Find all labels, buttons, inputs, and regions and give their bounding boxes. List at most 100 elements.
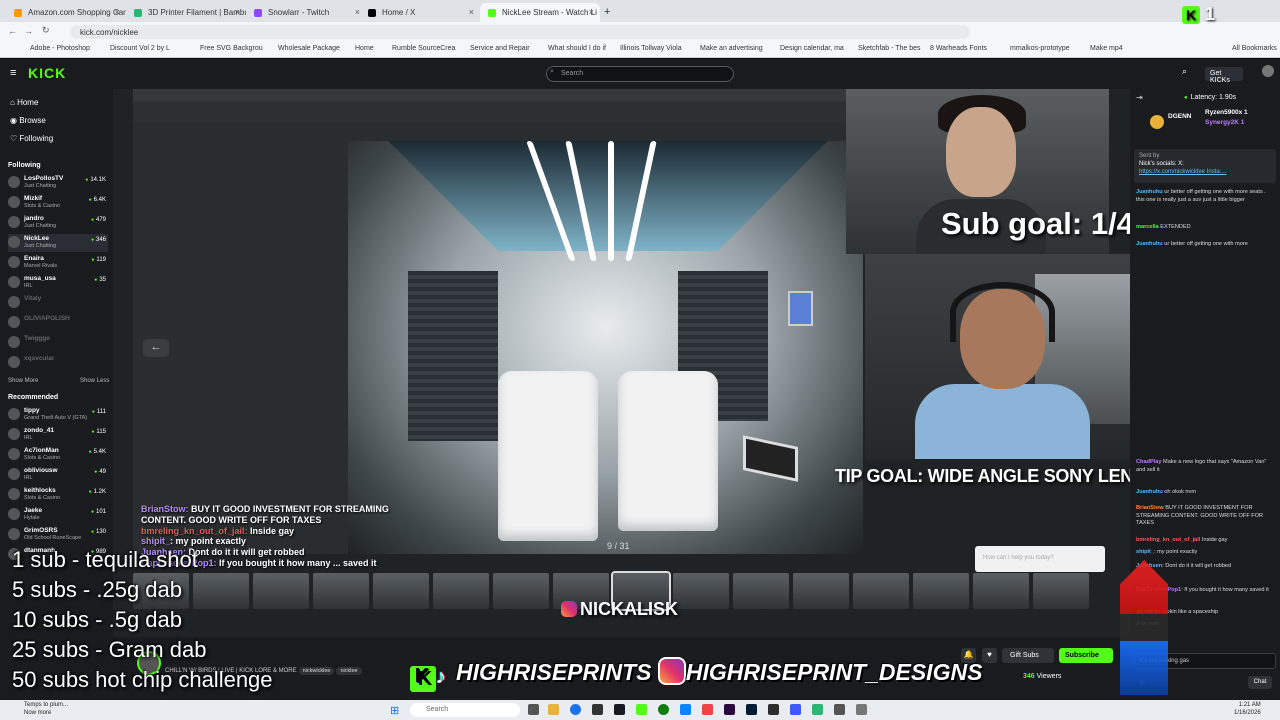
- chat-send-button[interactable]: Chat: [1248, 676, 1272, 689]
- browser-tab[interactable]: Home / X ×: [360, 3, 480, 22]
- reload-icon[interactable]: ↻: [42, 25, 50, 36]
- system-clock[interactable]: 1:21 AM 1/16/2026: [1234, 702, 1261, 718]
- app-icon[interactable]: [856, 704, 867, 715]
- bookmark[interactable]: Discount Vol 2 by L: [110, 45, 170, 52]
- all-bookmarks[interactable]: All Bookmarks: [1232, 45, 1277, 52]
- bambu-studio-icon[interactable]: [812, 704, 823, 715]
- sidebar-channel[interactable]: GrimOSRSOld School RuneScape 130: [8, 526, 108, 544]
- pinned-link[interactable]: https://x.com/nickwicklee Insta:...: [1139, 169, 1226, 175]
- show-less-link[interactable]: Show Less: [80, 378, 109, 384]
- close-icon[interactable]: ×: [589, 7, 594, 17]
- chat-username[interactable]: bmreling_kn_out_of_jail: [1136, 537, 1200, 543]
- bookmark[interactable]: What should I do if: [548, 45, 606, 52]
- chat-username[interactable]: Juanhuhu: [1136, 489, 1163, 495]
- get-kicks-button[interactable]: Get KICKs: [1205, 67, 1243, 84]
- new-tab-button[interactable]: +: [600, 3, 616, 22]
- sidebar-item-home[interactable]: ⌂ Home: [10, 98, 38, 107]
- steam-icon[interactable]: [614, 704, 625, 715]
- browser-tab[interactable]: Amazon.com Shopping Cart ×: [6, 3, 126, 22]
- sidebar-channel[interactable]: OLIVIAPOLISH: [8, 314, 108, 332]
- sidebar-channel[interactable]: JaekeHytale 101: [8, 506, 108, 524]
- heart-icon[interactable]: ♥: [982, 648, 997, 663]
- bookmark[interactable]: Wholesale Package: [278, 45, 340, 52]
- previous-photo-button[interactable]: ←: [143, 339, 169, 357]
- browser-tab-active[interactable]: NickLee Stream - Watch Li ×: [480, 3, 600, 22]
- file-explorer-icon[interactable]: [548, 704, 559, 715]
- sidebar-item-following[interactable]: ♡ Following: [10, 134, 53, 143]
- gift-subs-button[interactable]: Gift Subs: [1002, 648, 1054, 663]
- sidebar-channel[interactable]: Ac7ionManSlots & Casino 5.4K: [8, 446, 108, 464]
- after-effects-icon[interactable]: [724, 704, 735, 715]
- sidebar-channel[interactable]: NickLeeJust Chatting 346: [8, 234, 108, 252]
- browser-tab[interactable]: Snowlarr - Twitch ×: [246, 3, 366, 22]
- photoshop-icon[interactable]: [746, 704, 757, 715]
- photo-thumbnail[interactable]: [493, 573, 549, 609]
- menu-icon[interactable]: ≡: [10, 67, 16, 79]
- bookmark[interactable]: Sketchfab - The bes: [858, 45, 921, 52]
- photo-thumbnail[interactable]: [673, 573, 729, 609]
- bookmark[interactable]: Make an advertising: [700, 45, 763, 52]
- sidebar-channel[interactable]: Twiggge: [8, 334, 108, 352]
- chat-username[interactable]: marcella: [1136, 224, 1159, 230]
- close-icon[interactable]: ×: [115, 7, 120, 17]
- photo-thumbnail[interactable]: [853, 573, 909, 609]
- obs-icon[interactable]: [768, 704, 779, 715]
- close-icon[interactable]: ×: [469, 7, 474, 17]
- sidebar-channel[interactable]: EnairaMarvel Rivals 119: [8, 254, 108, 272]
- photo-thumbnail[interactable]: [1033, 573, 1089, 609]
- task-view-icon[interactable]: [528, 704, 539, 715]
- photo-thumbnail[interactable]: [913, 573, 969, 609]
- bookmark[interactable]: Rumble SourceCrea: [392, 45, 455, 52]
- close-icon[interactable]: ×: [235, 7, 240, 17]
- sidebar-channel[interactable]: LosPollosTVJust Chatting 14.1K: [8, 174, 108, 192]
- app-icon[interactable]: [702, 704, 713, 715]
- kick-app-icon[interactable]: [636, 704, 647, 715]
- chat-username[interactable]: BrianStow: [1136, 505, 1164, 511]
- bookmark[interactable]: Service and Repair: [470, 45, 530, 52]
- app-icon[interactable]: [592, 704, 603, 715]
- bookmark[interactable]: Adobe - Photoshop: [30, 45, 90, 52]
- photo-thumbnail[interactable]: [973, 573, 1029, 609]
- subscribe-button[interactable]: Subscribe: [1059, 648, 1113, 663]
- photo-thumbnail[interactable]: [373, 573, 429, 609]
- bookmark[interactable]: Make mp4: [1090, 45, 1123, 52]
- search-input[interactable]: Search: [546, 66, 734, 82]
- sidebar-channel[interactable]: keithlocksSlots & Casino 1.2K: [8, 486, 108, 504]
- app-icon[interactable]: [680, 704, 691, 715]
- sidebar-channel[interactable]: obliviouswIRL 49: [8, 466, 108, 484]
- chat-username[interactable]: shipit_: [1136, 549, 1154, 555]
- photo-thumbnail[interactable]: [433, 573, 489, 609]
- bookmark[interactable]: Design calendar, ma: [780, 45, 844, 52]
- app-icon[interactable]: [834, 704, 845, 715]
- sidebar-channel[interactable]: jandroJust Chatting 479: [8, 214, 108, 232]
- bookmark[interactable]: Free SVG Backgrou: [200, 45, 263, 52]
- sidebar-channel[interactable]: zondo_41IRL 115: [8, 426, 108, 444]
- sidebar-channel[interactable]: xqsvcular: [8, 354, 108, 372]
- avatar[interactable]: [1262, 65, 1274, 77]
- photo-thumbnail[interactable]: [733, 573, 789, 609]
- kick-logo[interactable]: KICK: [28, 65, 66, 81]
- app-icon[interactable]: [790, 704, 801, 715]
- url-field[interactable]: kick.com/nicklee: [70, 25, 970, 39]
- sidebar-channel[interactable]: MizkifSlots & Casino 6.4K: [8, 194, 108, 212]
- search-icon[interactable]: ⌕: [1182, 66, 1187, 77]
- forward-icon[interactable]: →: [24, 26, 33, 36]
- browser-tab[interactable]: 3D Printer Filament | Bambu La×: [126, 3, 246, 22]
- chat-username[interactable]: Juanhuhu: [1136, 189, 1163, 195]
- windows-start-icon[interactable]: ⊞: [390, 704, 399, 717]
- sidebar-channel[interactable]: musa_usaIRL 35: [8, 274, 108, 292]
- back-icon[interactable]: ←: [8, 26, 17, 36]
- bookmark[interactable]: 8 Warheads Fonts: [930, 45, 987, 52]
- xbox-icon[interactable]: [658, 704, 669, 715]
- taskbar-search[interactable]: Search: [410, 703, 520, 717]
- bookmark[interactable]: mmalkos-prototype: [1010, 45, 1070, 52]
- chat-username[interactable]: ChadPlay: [1136, 459, 1162, 465]
- bookmark[interactable]: Illinois Tollway Viola: [620, 45, 682, 52]
- sidebar-item-browse[interactable]: ◉ Browse: [10, 116, 46, 125]
- chrome-icon[interactable]: [570, 704, 581, 715]
- bookmark[interactable]: Home: [355, 45, 374, 52]
- show-more-link[interactable]: Show More: [8, 378, 38, 384]
- sidebar-channel[interactable]: Vitaly: [8, 294, 108, 312]
- photo-thumbnail[interactable]: [793, 573, 849, 609]
- weather-widget[interactable]: Temps to plum... Now more: [24, 702, 68, 718]
